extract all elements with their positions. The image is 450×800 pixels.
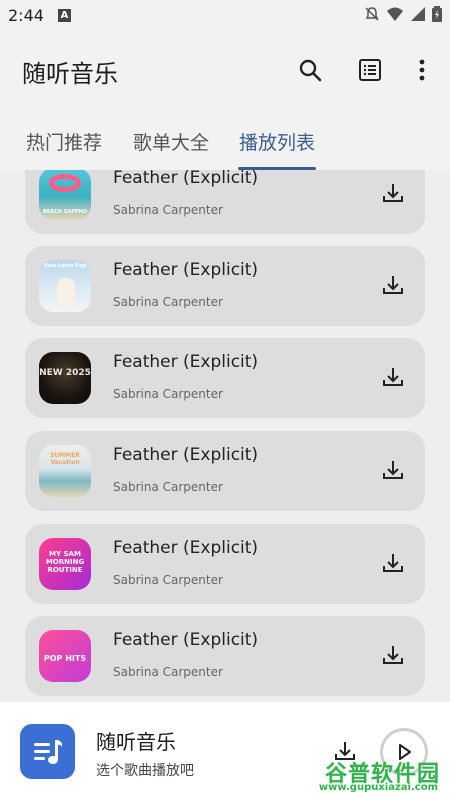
cover-caption: POP HITS (43, 654, 87, 663)
song-title: Feather (Explicit) (113, 170, 259, 188)
download-icon (383, 184, 403, 202)
watermark-url: www.gupuxiazai.com (318, 782, 438, 793)
cover-caption: Vale Laura Pop (43, 263, 87, 269)
search-button[interactable] (296, 56, 324, 84)
song-title: Feather (Explicit) (113, 352, 259, 372)
cover-caption: MY SAM MORNING ROUTINE (45, 550, 85, 574)
more-options-button[interactable] (408, 56, 436, 84)
mini-player[interactable]: 随听音乐 选个歌曲播放吧 谷普软件园 www.gupuxiazai.com (0, 702, 450, 800)
song-card[interactable]: MY SAM MORNING ROUTINE Feather (Explicit… (25, 524, 425, 604)
tab-hot-recommend[interactable]: 热门推荐 (26, 128, 102, 155)
album-cover: SUMMER Vacation (39, 445, 91, 497)
music-list-icon (33, 739, 62, 764)
cover-caption: SUMMER Vacation (50, 452, 80, 466)
player-subtitle: 选个歌曲播放吧 (96, 763, 194, 779)
list-view-button[interactable] (356, 56, 384, 84)
app-title: 随听音乐 (22, 60, 118, 88)
download-icon (383, 646, 403, 664)
song-title: Feather (Explicit) (113, 630, 259, 650)
download-button[interactable] (380, 272, 406, 298)
download-icon (383, 554, 403, 572)
album-cover: MY SAM MORNING ROUTINE (39, 538, 91, 590)
tab-play-queue[interactable]: 播放列表 (239, 128, 315, 155)
song-title: Feather (Explicit) (113, 260, 259, 280)
status-icons (364, 6, 442, 22)
album-cover: NEW 2025 (39, 352, 91, 404)
song-artist: Sabrina Carpenter (113, 203, 223, 217)
status-badge: A (58, 9, 71, 22)
battery-icon (432, 6, 442, 22)
watermark: 谷普软件园 www.gupuxiazai.com (304, 756, 444, 796)
download-icon (383, 368, 403, 386)
download-button[interactable] (380, 457, 406, 483)
tab-bar: 热门推荐 歌单大全 播放列表 (0, 108, 450, 170)
song-card[interactable]: POP HITS Feather (Explicit) Sabrina Carp… (25, 616, 425, 696)
song-artist: Sabrina Carpenter (113, 480, 223, 494)
album-cover: Vale Laura Pop (39, 260, 91, 312)
player-album-art (20, 724, 75, 779)
song-card[interactable]: BEACH SAPPHO Feather (Explicit) Sabrina … (25, 170, 425, 234)
song-title: Feather (Explicit) (113, 445, 259, 465)
search-icon (299, 59, 322, 82)
download-button[interactable] (380, 364, 406, 390)
album-cover: BEACH SAPPHO (39, 170, 91, 220)
player-title: 随听音乐 (96, 730, 176, 754)
song-artist: Sabrina Carpenter (113, 387, 223, 401)
song-card[interactable]: NEW 2025 Feather (Explicit) Sabrina Carp… (25, 338, 425, 418)
wifi-icon (387, 7, 403, 21)
song-card[interactable]: Vale Laura Pop Feather (Explicit) Sabrin… (25, 246, 425, 326)
status-time: 2:44 (8, 6, 44, 25)
download-button[interactable] (380, 550, 406, 576)
download-icon (383, 461, 403, 479)
app-bar: 随听音乐 (0, 32, 450, 108)
more-vertical-icon (419, 59, 425, 81)
album-cover: POP HITS (39, 630, 91, 682)
song-artist: Sabrina Carpenter (113, 665, 223, 679)
download-button[interactable] (380, 180, 406, 206)
mute-bell-icon (365, 7, 379, 21)
song-card[interactable]: SUMMER Vacation Feather (Explicit) Sabri… (25, 431, 425, 511)
song-artist: Sabrina Carpenter (113, 573, 223, 587)
tab-playlist-collection[interactable]: 歌单大全 (133, 128, 209, 155)
download-icon (383, 276, 403, 294)
status-bar: 2:44 A (0, 0, 450, 32)
song-artist: Sabrina Carpenter (113, 295, 223, 309)
cover-caption: NEW 2025 (39, 368, 91, 378)
song-title: Feather (Explicit) (113, 538, 259, 558)
list-icon (359, 59, 381, 81)
download-button[interactable] (380, 642, 406, 668)
cover-caption: BEACH SAPPHO (43, 209, 87, 215)
song-list[interactable]: BEACH SAPPHO Feather (Explicit) Sabrina … (0, 170, 450, 702)
signal-icon (411, 7, 425, 21)
